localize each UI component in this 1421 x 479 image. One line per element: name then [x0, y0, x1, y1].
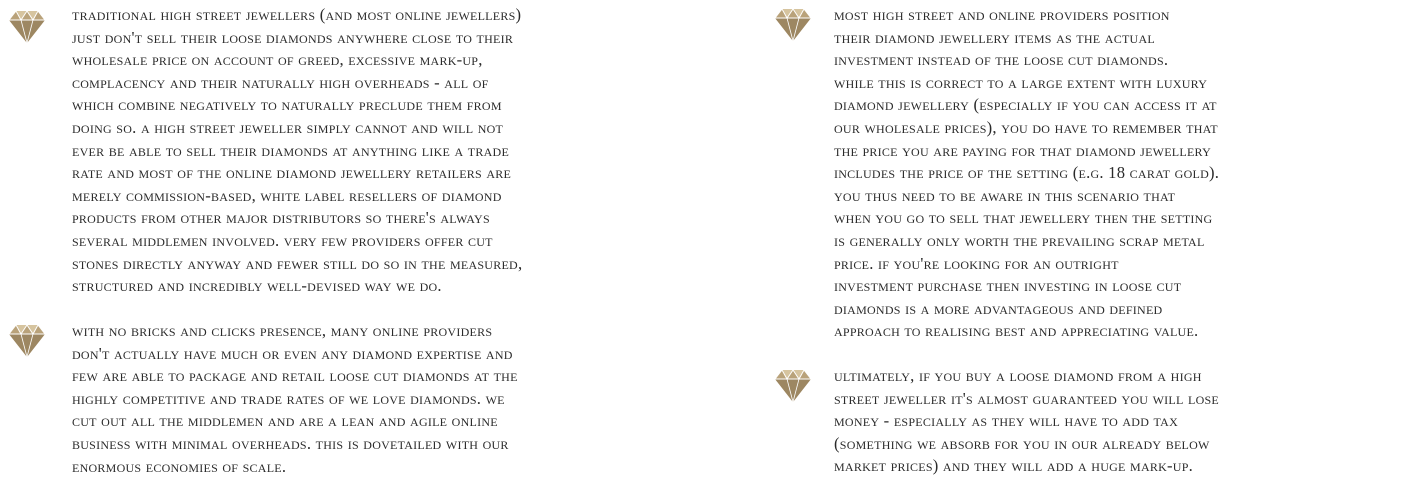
diamond-icon [774, 8, 812, 42]
feature-text: With no bricks and clicks presence, many… [72, 321, 518, 476]
diamond-icon [8, 324, 46, 358]
feature-text: Most high street and online providers po… [834, 5, 1220, 341]
diamond-icon [8, 10, 46, 44]
feature-text: Traditional high street jewellers (and m… [72, 5, 523, 296]
diamond-icon [774, 369, 812, 403]
feature-text: Ultimately, if you buy a loose diamond f… [834, 366, 1219, 476]
